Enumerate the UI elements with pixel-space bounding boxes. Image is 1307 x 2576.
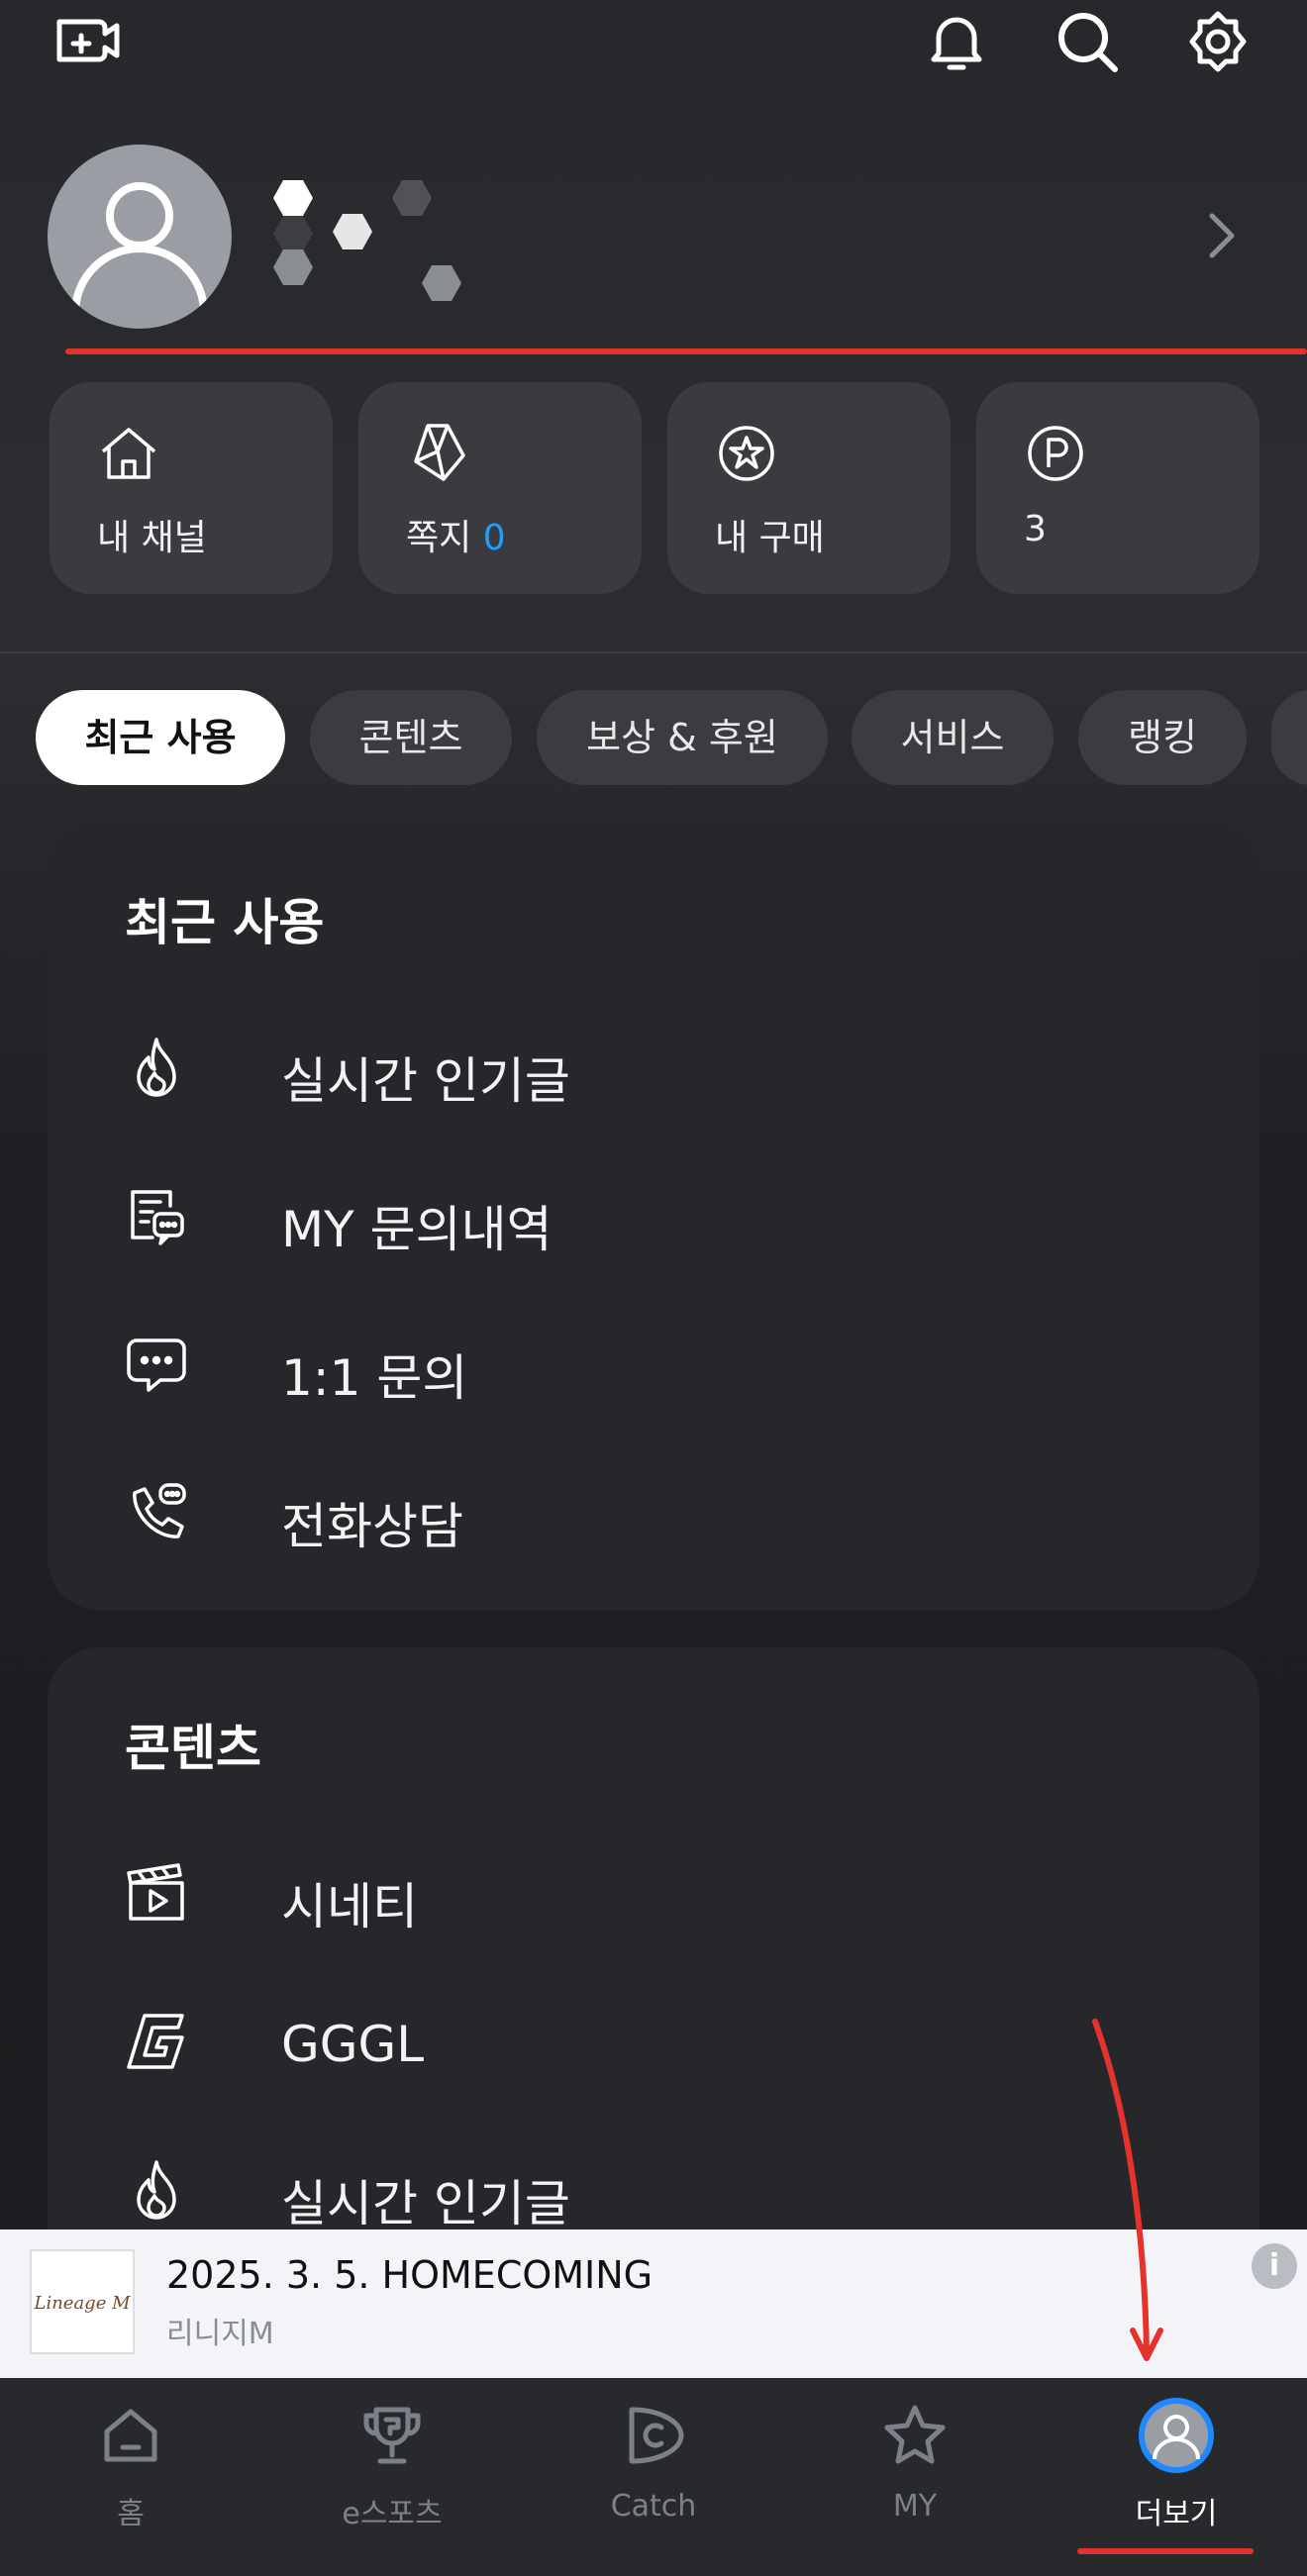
menu-item-popular-posts[interactable]: 실시간 인기글 [125, 1018, 1214, 1117]
nav-label: 더보기 [1135, 2497, 1218, 2531]
point-icon [1024, 422, 1087, 485]
default-avatar-icon[interactable] [48, 145, 232, 329]
notes-count: 0 [482, 518, 506, 558]
menu-item-gggl[interactable]: GGGL [125, 1992, 1214, 2091]
annotation-underline-nav [1077, 2548, 1254, 2554]
menu-item-label: MY 문의내역 [281, 1201, 553, 1258]
inquiry-list-icon [125, 1184, 188, 1247]
menu-item-label: 실시간 인기글 [281, 1052, 570, 1110]
quick-card-purchases[interactable]: 내 구매 [667, 382, 951, 594]
tab-rewards[interactable]: 보상 & 후원 [537, 690, 828, 785]
nav-label: Catch [610, 2489, 697, 2524]
star-circle-icon [715, 422, 778, 485]
tab-ranking[interactable]: 랭킹 [1078, 690, 1247, 785]
gggl-logo-icon [125, 2010, 188, 2073]
nav-label: e스포츠 [342, 2497, 443, 2531]
quick-card-label: 내 구매 [715, 518, 825, 558]
tab-services[interactable]: 서비스 [852, 690, 1054, 785]
quick-card-label: 쪽지 0 [406, 509, 506, 560]
annotation-arrow [1079, 2016, 1178, 2372]
menu-item-phone-consult[interactable]: 전화상담 [125, 1463, 1214, 1562]
flame-icon [125, 2158, 188, 2222]
points-value: 3 [1024, 509, 1047, 549]
quick-card-points[interactable]: 3 [976, 382, 1259, 594]
tab-contents[interactable]: 콘텐츠 [310, 690, 512, 785]
tab-recent[interactable]: 최근 사용 [36, 690, 285, 785]
bell-icon[interactable] [923, 8, 990, 75]
nav-more[interactable]: 더보기 [1046, 2378, 1307, 2576]
profile-icon [1139, 2398, 1214, 2473]
note-icon [406, 422, 469, 485]
quick-card-notes[interactable]: 쪽지 0 [358, 382, 642, 594]
house-icon [97, 422, 160, 485]
menu-item-one-on-one[interactable]: 1:1 문의 [125, 1315, 1214, 1414]
flame-icon [125, 1036, 188, 1099]
quick-card-label: 내 채널 [97, 518, 207, 558]
phone-chat-icon [125, 1481, 188, 1544]
ad-title: 2025. 3. 5. HOMECOMING [166, 2253, 654, 2297]
recent-panel: 최근 사용 실시간 인기글 MY 문의내역 1:1 문의 전화상담 [48, 822, 1259, 1610]
chat-bubble-icon [125, 1333, 188, 1396]
nav-home[interactable]: 홈 [0, 2378, 261, 2576]
menu-item-cinety[interactable]: 시네티 [125, 1843, 1214, 1942]
quick-card-my-channel[interactable]: 내 채널 [50, 382, 333, 594]
menu-item-popular-posts-2[interactable]: 실시간 인기글 [125, 2140, 1214, 2239]
menu-item-my-inquiries[interactable]: MY 문의내역 [125, 1166, 1214, 1265]
gear-icon[interactable] [1184, 8, 1252, 75]
menu-item-label: 전화상담 [281, 1498, 463, 1555]
menu-item-label: 실시간 인기글 [281, 2175, 570, 2232]
nav-esports[interactable]: e스포츠 [261, 2378, 523, 2576]
info-icon[interactable]: i [1252, 2243, 1297, 2289]
menu-item-label: 시네티 [281, 1878, 418, 1935]
catch-icon [620, 2402, 687, 2469]
nav-catch[interactable]: Catch [523, 2378, 784, 2576]
nav-label: MY [892, 2489, 938, 2524]
ad-subtitle: 리니지M [166, 2317, 274, 2351]
ad-thumbnail: Lineage M [30, 2249, 135, 2354]
create-stream-icon[interactable] [53, 8, 121, 75]
notes-label: 쪽지 [406, 518, 472, 558]
nav-my[interactable]: MY [784, 2378, 1046, 2576]
bottom-nav: 홈 e스포츠 Catch MY 더보기 [0, 2378, 1307, 2576]
panel-title: 최근 사용 [125, 894, 325, 951]
panel-title: 콘텐츠 [125, 1720, 261, 1777]
chevron-right-icon[interactable] [1202, 210, 1242, 261]
trophy-icon [358, 2402, 426, 2469]
star-icon [881, 2402, 949, 2469]
tab-overflow[interactable] [1271, 690, 1307, 785]
search-icon[interactable] [1054, 8, 1121, 75]
home-icon [97, 2402, 164, 2469]
section-divider [0, 651, 1307, 653]
menu-item-label: GGGL [281, 2016, 425, 2073]
nav-label: 홈 [117, 2497, 145, 2531]
annotation-underline [65, 348, 1307, 354]
menu-item-label: 1:1 문의 [281, 1349, 468, 1407]
clapperboard-icon [125, 1861, 188, 1925]
